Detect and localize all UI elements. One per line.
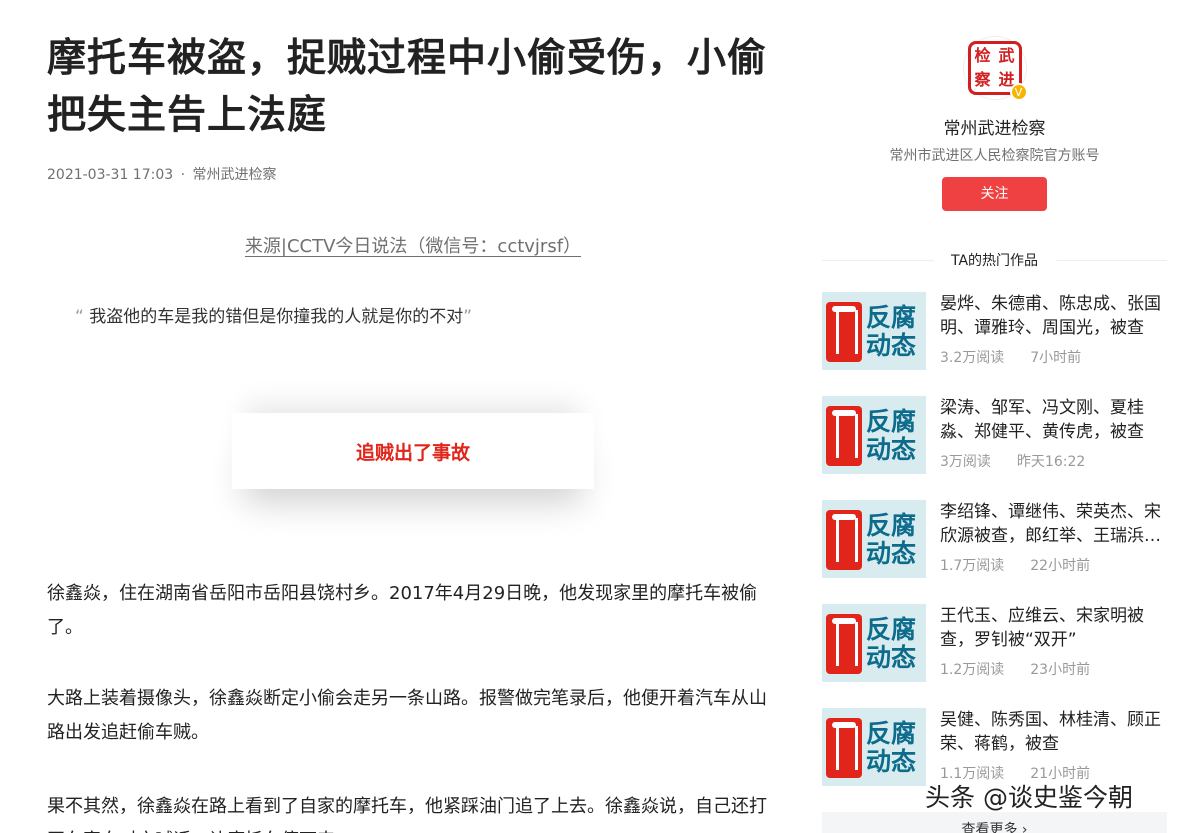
hot-work-meta: 3万阅读 昨天16:22 — [940, 451, 1168, 471]
watermark: 头条 @谈史鉴今朝 — [925, 783, 1133, 812]
publish-time: 22小时前 — [1030, 558, 1091, 574]
hot-work-title[interactable]: 李绍锋、谭继伟、荣英杰、宋欣源被查，郎红举、王瑞浜… — [940, 500, 1168, 548]
seal-char: 检 — [974, 46, 991, 65]
follow-button[interactable]: 关注 — [942, 177, 1047, 211]
red-pillar-icon — [826, 406, 862, 466]
meta-separator: · — [180, 167, 186, 183]
thumb-word: 反腐 — [866, 407, 917, 436]
hot-work-meta: 1.2万阅读 23小时前 — [940, 659, 1168, 679]
red-pillar-icon — [826, 614, 862, 674]
author-link[interactable]: 常州武进检察 — [193, 167, 277, 183]
thumb-word: 动态 — [866, 435, 917, 464]
seal-char: 察 — [974, 70, 991, 89]
article-paragraph: 果不其然，徐鑫焱在路上看到了自家的摩托车，他紧踩油门追了上去。徐鑫焱说，自己还打… — [47, 796, 767, 833]
publish-time: 昨天16:22 — [1016, 454, 1086, 470]
hot-work-item[interactable]: 反腐 动态 晏烨、朱德甫、陈忠成、张国明、谭雅玲、周国光，被查 3.2万阅读 7小… — [822, 292, 1167, 370]
sidebar: 检 武 察 进 V 常州武进检察 常州市武进区人民检察院官方账号 关注 TA的热… — [822, 0, 1167, 833]
pull-quote: “ 我盗他的车是我的错但是你撞我的人就是你的不对” — [75, 302, 472, 327]
quote-text: 我盗他的车是我的错但是你撞我的人就是你的不对 — [89, 307, 464, 327]
hot-work-meta: 1.7万阅读 22小时前 — [940, 555, 1168, 575]
author-name[interactable]: 常州武进检察 — [822, 114, 1167, 139]
anti-corruption-thumbnail[interactable]: 反腐 动态 — [822, 292, 926, 370]
hot-work-text: 王代玉、应维云、宋家明被查，罗钊被“双开” 1.2万阅读 23小时前 — [940, 604, 1168, 679]
verified-badge-icon: V — [1009, 83, 1028, 101]
thumb-word: 反腐 — [866, 511, 917, 540]
article-paragraph: 徐鑫焱，住在湖南省岳阳市岳阳县饶村乡。2017年4月29日晚，他发现家里的摩托车… — [47, 583, 758, 638]
hot-work-title[interactable]: 吴健、陈秀国、林桂清、顾正荣、蒋鹤，被查 — [940, 708, 1168, 756]
thumb-word: 反腐 — [866, 719, 917, 748]
article-paragraph: 大路上装着摄像头，徐鑫焱断定小偷会走另一条山路。报警做完笔录后，他便开着汽车从山… — [47, 688, 767, 743]
thumb-word: 动态 — [866, 747, 917, 776]
red-pillar-icon — [826, 302, 862, 362]
thumb-word: 反腐 — [866, 303, 917, 332]
read-count: 3万阅读 — [940, 454, 991, 470]
hot-work-item[interactable]: 反腐 动态 李绍锋、谭继伟、荣英杰、宋欣源被查，郎红举、王瑞浜… 1.7万阅读 2… — [822, 500, 1167, 578]
thumb-word: 反腐 — [866, 615, 917, 644]
hot-work-meta: 3.2万阅读 7小时前 — [940, 347, 1168, 367]
hot-work-text: 吴健、陈秀国、林桂清、顾正荣、蒋鹤，被查 1.1万阅读 21小时前 — [940, 708, 1168, 783]
avatar[interactable]: 检 武 察 进 V — [962, 36, 1028, 101]
anti-corruption-thumbnail[interactable]: 反腐 动态 — [822, 708, 926, 786]
quote-close-mark: ” — [463, 307, 473, 327]
hot-work-item[interactable]: 反腐 动态 吴健、陈秀国、林桂清、顾正荣、蒋鹤，被查 1.1万阅读 21小时前 — [822, 708, 1167, 786]
publish-date: 2021-03-31 17:03 — [47, 167, 174, 183]
hot-work-text: 李绍锋、谭继伟、荣英杰、宋欣源被查，郎红举、王瑞浜… 1.7万阅读 22小时前 — [940, 500, 1168, 575]
anti-corruption-thumbnail[interactable]: 反腐 动态 — [822, 500, 926, 578]
author-card: 检 武 察 进 V 常州武进检察 常州市武进区人民检察院官方账号 关注 — [822, 36, 1167, 211]
red-pillar-icon — [826, 718, 862, 778]
thumb-word: 动态 — [866, 539, 917, 568]
hot-work-item[interactable]: 反腐 动态 梁涛、邹军、冯文刚、夏桂淼、郑健平、黄传虎，被查 3万阅读 昨天16:… — [822, 396, 1167, 474]
hot-work-item[interactable]: 反腐 动态 王代玉、应维云、宋家明被查，罗钊被“双开” 1.2万阅读 23小时前 — [822, 604, 1167, 682]
hot-work-title[interactable]: 晏烨、朱德甫、陈忠成、张国明、谭雅玲、周国光，被查 — [940, 292, 1168, 340]
seal-char: 武 — [998, 46, 1015, 65]
hot-works-heading-text: TA的热门作品 — [932, 250, 1057, 270]
view-more-button[interactable]: 查看更多 › — [822, 812, 1167, 833]
article: 摩托车被盗，捉贼过程中小偷受伤，小偷把失主告上法庭 2021-03-31 17:… — [47, 30, 787, 833]
publish-time: 7小时前 — [1030, 350, 1082, 366]
anti-corruption-thumbnail[interactable]: 反腐 动态 — [822, 604, 926, 682]
article-meta: 2021-03-31 17:03 · 常州武进检察 — [47, 164, 787, 184]
author-description: 常州市武进区人民检察院官方账号 — [889, 148, 1100, 164]
thumb-word: 动态 — [866, 331, 917, 360]
hot-works-heading: TA的热门作品 — [822, 250, 1167, 270]
section-highlight-text: 追贼出了事故 — [355, 441, 470, 464]
hot-work-title[interactable]: 王代玉、应维云、宋家明被查，罗钊被“双开” — [940, 604, 1168, 652]
section-highlight-box: 追贼出了事故 — [232, 413, 594, 489]
source-link[interactable]: 来源|CCTV今日说法（微信号：cctvjrsf） — [245, 236, 581, 257]
thumb-word: 动态 — [866, 643, 917, 672]
hot-work-text: 梁涛、邹军、冯文刚、夏桂淼、郑健平、黄传虎，被查 3万阅读 昨天16:22 — [940, 396, 1168, 471]
read-count: 3.2万阅读 — [940, 350, 1005, 366]
quote-open-mark: “ — [75, 307, 84, 327]
read-count: 1.7万阅读 — [940, 558, 1005, 574]
publish-time: 23小时前 — [1030, 662, 1091, 678]
hot-work-title[interactable]: 梁涛、邹军、冯文刚、夏桂淼、郑健平、黄传虎，被查 — [940, 396, 1168, 444]
article-title: 摩托车被盗，捉贼过程中小偷受伤，小偷把失主告上法庭 — [47, 36, 768, 138]
hot-work-text: 晏烨、朱德甫、陈忠成、张国明、谭雅玲、周国光，被查 3.2万阅读 7小时前 — [940, 292, 1168, 367]
anti-corruption-thumbnail[interactable]: 反腐 动态 — [822, 396, 926, 474]
read-count: 1.2万阅读 — [940, 662, 1005, 678]
red-pillar-icon — [826, 510, 862, 570]
source-line: 来源|CCTV今日说法（微信号：cctvjrsf） — [47, 232, 779, 258]
